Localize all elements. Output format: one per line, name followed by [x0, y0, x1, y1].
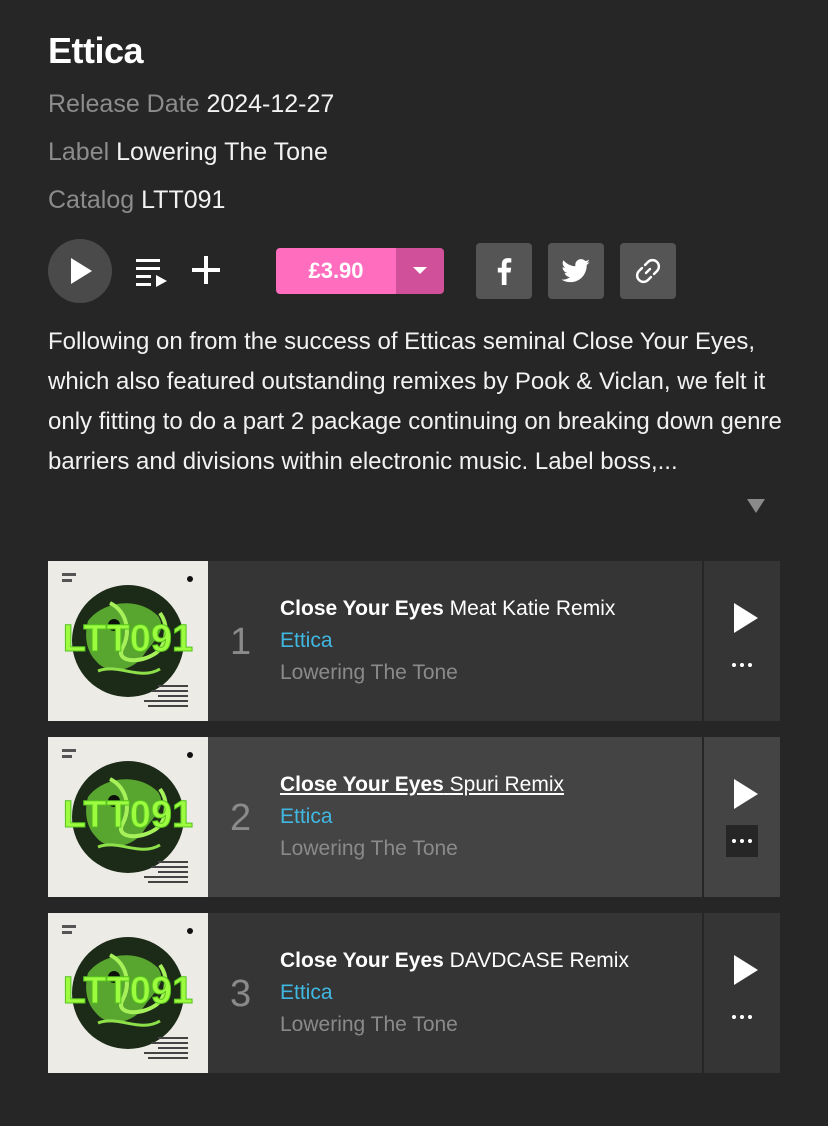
album-art-image: LTT091	[48, 561, 208, 721]
release-title: Ettica	[48, 30, 144, 71]
copy-link-button[interactable]	[620, 243, 676, 299]
track-actions	[702, 737, 780, 897]
price-dropdown-button[interactable]	[396, 248, 444, 294]
track-label-link[interactable]: Lowering The Tone	[280, 661, 458, 685]
twitter-share-button[interactable]	[548, 243, 604, 299]
more-dot-icon	[748, 663, 752, 667]
twitter-icon	[561, 259, 590, 283]
release-date-row: Release Date 2024-12-27	[48, 90, 334, 119]
album-art-image: LTT091	[48, 737, 208, 897]
add-to-playlist-icon[interactable]	[190, 254, 222, 286]
play-track-icon[interactable]	[730, 601, 760, 635]
catalog-value: LTT091	[141, 186, 226, 214]
track-actions	[702, 913, 780, 1073]
track-name: Close Your Eyes	[280, 949, 444, 972]
play-icon	[71, 258, 92, 284]
track-label-link[interactable]: Lowering The Tone	[280, 837, 458, 861]
track-artist-link[interactable]: Ettica	[280, 981, 333, 1005]
track-artwork[interactable]: LTT091	[48, 737, 208, 897]
svg-text:LTT091: LTT091	[63, 618, 193, 660]
more-dot-icon	[732, 1015, 736, 1019]
facebook-share-button[interactable]	[476, 243, 532, 299]
chevron-down-icon	[413, 267, 427, 274]
svg-text:LTT091: LTT091	[63, 970, 193, 1012]
more-dot-icon	[740, 663, 744, 667]
track-row[interactable]: LTT091 3 Close Your Eyes DAVDCASE Remix …	[48, 913, 780, 1073]
svg-text:LTT091: LTT091	[63, 794, 193, 836]
track-artwork[interactable]: LTT091	[48, 913, 208, 1073]
track-label-link[interactable]: Lowering The Tone	[280, 1013, 458, 1037]
add-to-queue-icon[interactable]	[134, 256, 170, 288]
release-description: Following on from the success of Etticas…	[48, 328, 782, 475]
facebook-icon	[497, 258, 512, 285]
track-actions	[702, 561, 780, 721]
track-name: Close Your Eyes	[280, 773, 444, 796]
track-artist-link[interactable]: Ettica	[280, 629, 333, 653]
track-number: 1	[230, 621, 252, 663]
track-number: 3	[230, 973, 252, 1015]
more-dot-icon	[740, 839, 744, 843]
more-dot-icon	[748, 839, 752, 843]
track-mix: DAVDCASE Remix	[449, 949, 629, 972]
label-row: Label Lowering The Tone	[48, 138, 328, 167]
release-date-value: 2024-12-27	[206, 90, 335, 118]
track-artist-link[interactable]: Ettica	[280, 805, 333, 829]
more-dot-icon	[748, 1015, 752, 1019]
label-value[interactable]: Lowering The Tone	[116, 138, 328, 166]
buy-button[interactable]: £3.90	[276, 248, 396, 294]
label-key: Label	[48, 138, 110, 166]
more-options-button[interactable]	[726, 1001, 758, 1033]
release-date-key: Release Date	[48, 90, 200, 118]
play-track-icon[interactable]	[730, 953, 760, 987]
price-control: £3.90	[276, 248, 444, 294]
more-options-button[interactable]	[726, 825, 758, 857]
track-number: 2	[230, 797, 252, 839]
link-icon	[636, 259, 660, 283]
track-name: Close Your Eyes	[280, 597, 444, 620]
play-track-icon[interactable]	[730, 777, 760, 811]
more-options-button[interactable]	[726, 649, 758, 681]
play-release-button[interactable]	[48, 239, 112, 303]
album-art-image: LTT091	[48, 913, 208, 1073]
track-title-link[interactable]: Close Your Eyes Spuri Remix	[280, 773, 564, 797]
track-row[interactable]: LTT091 2 Close Your Eyes Spuri Remix Ett…	[48, 737, 780, 897]
track-title-link[interactable]: Close Your Eyes DAVDCASE Remix	[280, 949, 629, 973]
track-title-link[interactable]: Close Your Eyes Meat Katie Remix	[280, 597, 615, 621]
track-mix: Meat Katie Remix	[449, 597, 616, 620]
catalog-key: Catalog	[48, 186, 135, 214]
track-row[interactable]: LTT091 1 Close Your Eyes Meat Katie Remi…	[48, 561, 780, 721]
track-mix: Spuri Remix	[449, 773, 565, 796]
more-dot-icon	[732, 663, 736, 667]
more-dot-icon	[732, 839, 736, 843]
track-artwork[interactable]: LTT091	[48, 561, 208, 721]
expand-description-icon[interactable]	[745, 497, 767, 515]
catalog-row: Catalog LTT091	[48, 186, 225, 215]
more-dot-icon	[740, 1015, 744, 1019]
